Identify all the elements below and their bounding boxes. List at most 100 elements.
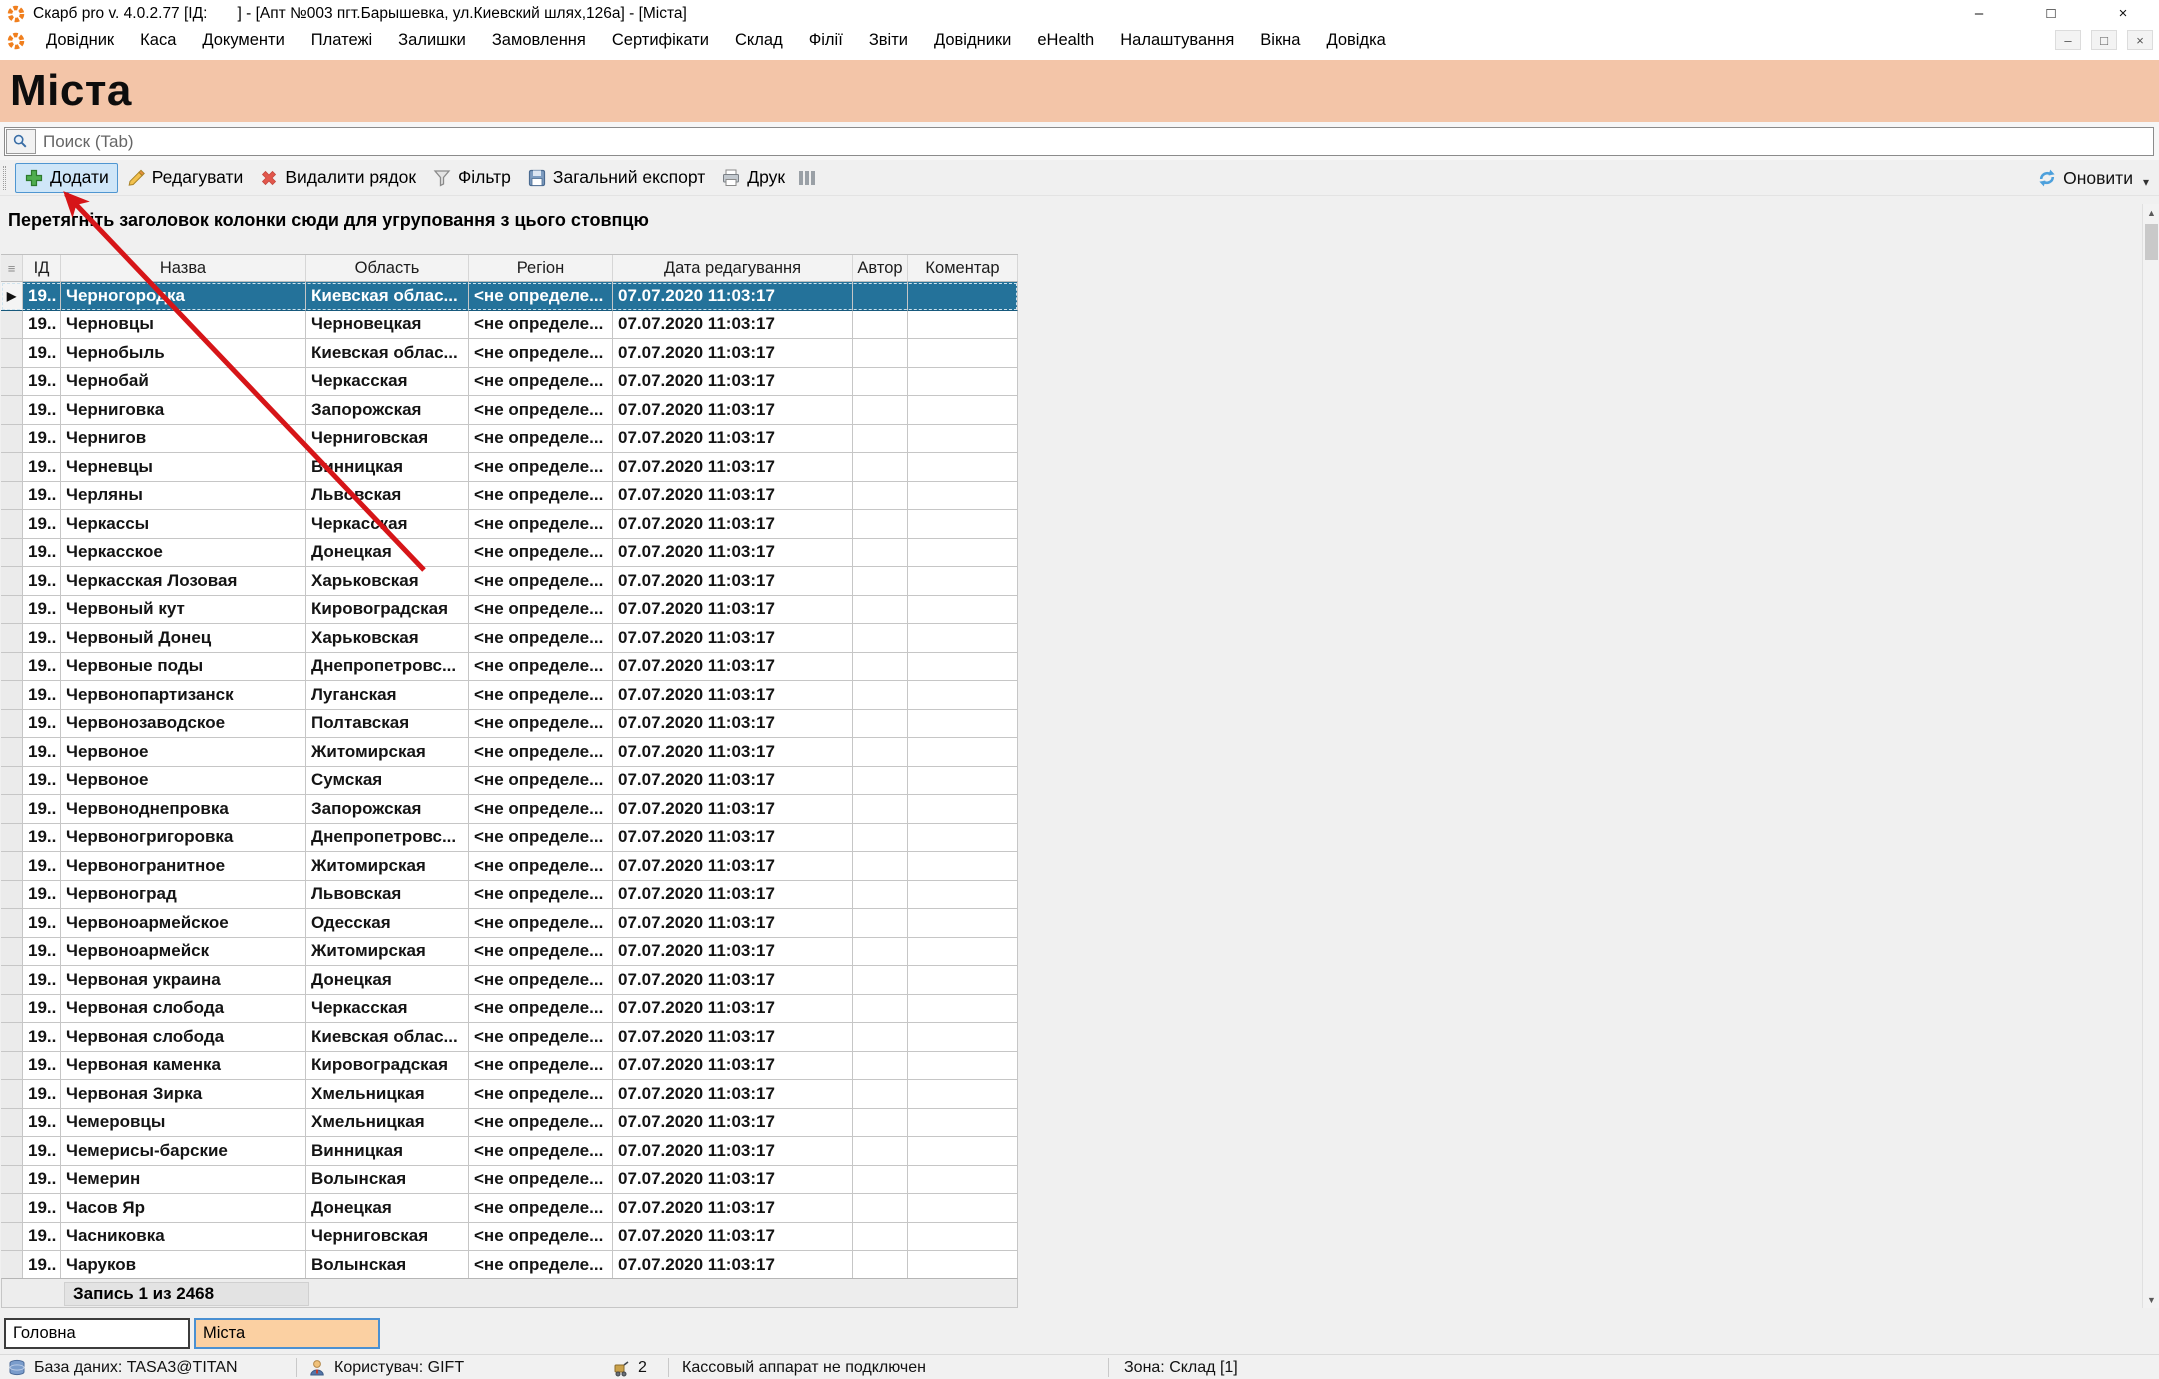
cell-edit-date: 07.07.2020 11:03:17 (613, 1223, 853, 1252)
cell-name: Черниговка (61, 396, 306, 425)
menu-item-11[interactable]: eHealth (1024, 31, 1107, 50)
table-row[interactable]: 19.. Червоная слобода Черкасская <не опр… (1, 995, 1018, 1024)
table-row[interactable]: 19.. Черниговка Запорожская <не определе… (1, 396, 1018, 425)
column-header-oblast[interactable]: Область (306, 255, 469, 281)
table-row[interactable]: 19.. Червоные поды Днепропетровс... <не … (1, 653, 1018, 682)
menu-item-10[interactable]: Довідники (921, 31, 1024, 50)
cell-oblast: Хмельницкая (306, 1109, 469, 1138)
table-row[interactable]: 19.. Черкасская Лозовая Харьковская <не … (1, 567, 1018, 596)
tab-cities[interactable]: Міста (194, 1318, 380, 1349)
title-bar: Скарб pro v. 4.0.2.77 [ІД: ] - [Апт №003… (0, 0, 2159, 27)
table-row[interactable]: 19.. Червоноармейское Одесская <не опред… (1, 909, 1018, 938)
table-row[interactable]: 19.. Червоная слобода Киевская облас... … (1, 1023, 1018, 1052)
delete-row-button[interactable]: Видалити рядок (251, 163, 424, 193)
minimize-button[interactable]: – (1943, 0, 2015, 27)
add-button[interactable]: Додати (15, 163, 118, 193)
table-row[interactable]: 19.. Червонопартизанск Луганская <не опр… (1, 681, 1018, 710)
search-icon-button[interactable] (6, 129, 36, 154)
row-indicator (1, 311, 23, 340)
chevron-down-icon[interactable]: ▾ (2143, 175, 2149, 189)
menu-item-5[interactable]: Замовлення (479, 31, 599, 50)
table-row[interactable]: ▶ 19.. Черногородка Киевская облас... <н… (1, 282, 1018, 311)
table-row[interactable]: 19.. Чернобыль Киевская облас... <не опр… (1, 339, 1018, 368)
table-row[interactable]: 19.. Черкасское Донецкая <не определе...… (1, 539, 1018, 568)
table-row[interactable]: 19.. Черневцы Винницкая <не определе... … (1, 453, 1018, 482)
menu-item-8[interactable]: Філії (796, 31, 856, 50)
menu-item-1[interactable]: Каса (127, 31, 189, 50)
column-header-edit-date[interactable]: Дата редагування (613, 255, 853, 281)
table-row[interactable]: 19.. Червоный Донец Харьковская <не опре… (1, 624, 1018, 653)
table-row[interactable]: 19.. Чемерисы-барские Винницкая <не опре… (1, 1137, 1018, 1166)
print-button[interactable]: Друк (713, 163, 793, 193)
table-row[interactable]: 19.. Часниковка Черниговская <не определ… (1, 1223, 1018, 1252)
cell-region: <не определе... (469, 1080, 613, 1109)
menu-item-2[interactable]: Документи (189, 31, 297, 50)
cell-author (853, 311, 908, 340)
mdi-minimize-button[interactable]: – (2055, 30, 2081, 50)
table-row[interactable]: 19.. Червонозаводское Полтавская <не опр… (1, 710, 1018, 739)
cell-id: 19.. (23, 1052, 61, 1081)
table-row[interactable]: 19.. Чернобай Черкасская <не определе...… (1, 368, 1018, 397)
menu-item-12[interactable]: Налаштування (1107, 31, 1247, 50)
table-row[interactable]: 19.. Чернигов Черниговская <не определе.… (1, 425, 1018, 454)
menu-item-14[interactable]: Довідка (1313, 31, 1398, 50)
menu-item-0[interactable]: Довідник (33, 31, 127, 50)
menu-item-4[interactable]: Залишки (385, 31, 479, 50)
table-row[interactable]: 19.. Чемеровцы Хмельницкая <не определе.… (1, 1109, 1018, 1138)
close-button[interactable]: × (2087, 0, 2159, 27)
table-row[interactable]: 19.. Червоная Зирка Хмельницкая <не опре… (1, 1080, 1018, 1109)
menu-item-7[interactable]: Склад (722, 31, 796, 50)
column-header-id[interactable]: ІД (23, 255, 61, 281)
edit-button[interactable]: Редагувати (118, 163, 252, 193)
table-row[interactable]: 19.. Червоная украина Донецкая <не опред… (1, 966, 1018, 995)
mdi-restore-button[interactable]: □ (2091, 30, 2117, 50)
column-header-name[interactable]: Назва (61, 255, 306, 281)
table-row[interactable]: 19.. Червоногригоровка Днепропетровс... … (1, 824, 1018, 853)
scroll-down-icon[interactable]: ▼ (2143, 1291, 2159, 1308)
group-by-panel[interactable]: Перетягніть заголовок колонки сюди для у… (0, 196, 2159, 254)
menu-item-6[interactable]: Сертифікати (599, 31, 722, 50)
export-button[interactable]: Загальний експорт (519, 163, 713, 193)
column-header-comment[interactable]: Коментар (908, 255, 1018, 281)
table-row[interactable]: 19.. Часов Яр Донецкая <не определе... 0… (1, 1194, 1018, 1223)
menu-item-3[interactable]: Платежі (298, 31, 385, 50)
table-row[interactable]: 19.. Черляны Львовская <не определе... 0… (1, 482, 1018, 511)
table-row[interactable]: 19.. Червоная каменка Кировоградская <не… (1, 1052, 1018, 1081)
column-header-region[interactable]: Регіон (469, 255, 613, 281)
cell-region: <не определе... (469, 738, 613, 767)
table-row[interactable]: 19.. Черкассы Черкасская <не определе...… (1, 510, 1018, 539)
table-row[interactable]: 19.. Черновцы Черновецкая <не определе..… (1, 311, 1018, 340)
table-row[interactable]: 19.. Червоноднепровка Запорожская <не оп… (1, 795, 1018, 824)
mdi-close-button[interactable]: × (2127, 30, 2153, 50)
search-input[interactable]: Поиск (Tab) (4, 127, 2154, 156)
menu-item-13[interactable]: Вікна (1247, 31, 1313, 50)
column-header-author[interactable]: Автор (853, 255, 908, 281)
table-row[interactable]: 19.. Червоный кут Кировоградская <не опр… (1, 596, 1018, 625)
grid-menu-button[interactable]: ≡ (1, 255, 23, 281)
delete-row-button-label: Видалити рядок (285, 167, 416, 188)
table-row[interactable]: 19.. Чемерин Волынская <не определе... 0… (1, 1166, 1018, 1195)
table-row[interactable]: 19.. Червоноармейск Житомирская <не опре… (1, 938, 1018, 967)
cell-author (853, 767, 908, 796)
cell-region: <не определе... (469, 624, 613, 653)
choose-columns-icon[interactable] (799, 171, 815, 185)
table-row[interactable]: 19.. Червоное Сумская <не определе... 07… (1, 767, 1018, 796)
table-row[interactable]: 19.. Червоное Житомирская <не определе..… (1, 738, 1018, 767)
menu-item-9[interactable]: Звіти (856, 31, 921, 50)
table-row[interactable]: 19.. Чаруков Волынская <не определе... 0… (1, 1251, 1018, 1280)
restore-button[interactable]: □ (2015, 0, 2087, 27)
table-row[interactable]: 19.. Червоноград Львовская <не определе.… (1, 881, 1018, 910)
cell-name: Чемерин (61, 1166, 306, 1195)
filter-button[interactable]: Фільтр (424, 163, 519, 193)
toolbar-grip-handle[interactable] (3, 166, 6, 190)
scroll-up-icon[interactable]: ▲ (2143, 204, 2159, 221)
cell-author (853, 1137, 908, 1166)
cell-oblast: Донецкая (306, 966, 469, 995)
table-row[interactable]: 19.. Червоногранитное Житомирская <не оп… (1, 852, 1018, 881)
scrollbar-thumb[interactable] (2145, 224, 2158, 260)
cell-edit-date: 07.07.2020 11:03:17 (613, 368, 853, 397)
vertical-scrollbar[interactable]: ▲ ▼ (2142, 204, 2159, 1308)
tab-home[interactable]: Головна (4, 1318, 190, 1349)
refresh-button[interactable]: Оновити ▾ (2037, 160, 2149, 196)
status-database: База даних: TASA3@TITAN (8, 1355, 238, 1379)
